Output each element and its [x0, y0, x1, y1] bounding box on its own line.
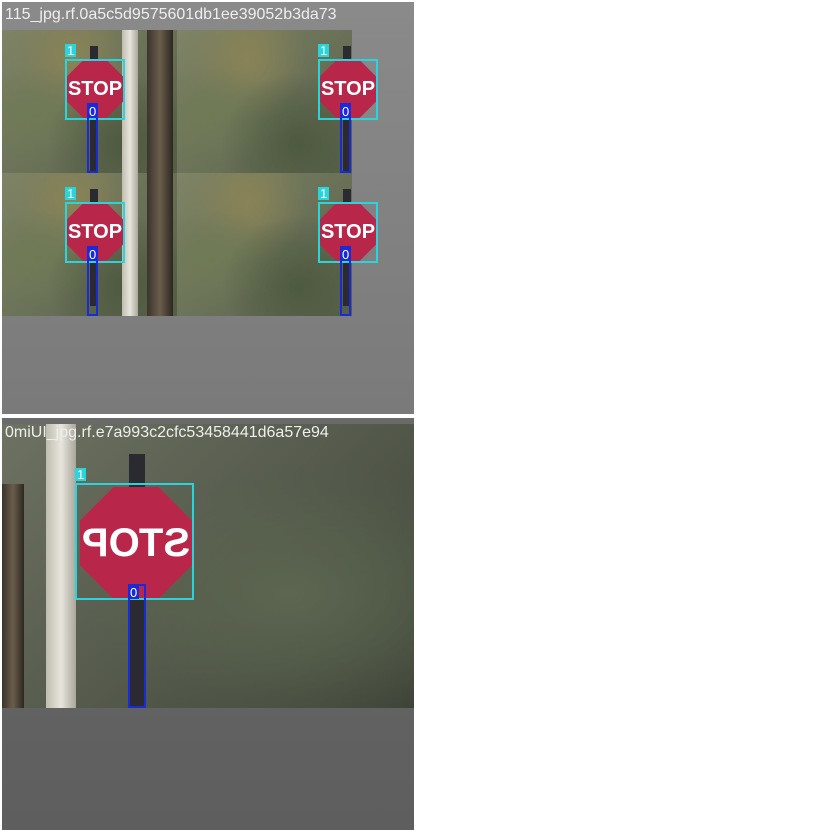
bbox-class-1: [75, 483, 194, 600]
bbox-label: 1: [75, 467, 87, 482]
image-filename: 0miUI_jpg.rf.e7a993c2cfc53458441d6a57e94: [5, 424, 329, 441]
bbox-label: 0: [87, 104, 99, 119]
bbox-label: 1: [318, 43, 330, 58]
bbox-label: 0: [340, 104, 352, 119]
bbox-label: 0: [128, 585, 140, 600]
bbox-label: 1: [318, 186, 330, 201]
bbox-label: 0: [340, 247, 352, 262]
bbox-label: 1: [65, 43, 77, 58]
image-panel-2: STOP 0miUI_jpg.rf.e7a993c2cfc53458441d6a…: [2, 418, 414, 830]
bbox-label: 1: [65, 186, 77, 201]
bbox-class-0: [128, 584, 146, 708]
photo: STOP: [2, 424, 414, 708]
image-filename: 115_jpg.rf.0a5c5d9575601db1ee39052b3da73: [5, 6, 337, 23]
bbox-label: 0: [87, 247, 99, 262]
mosaic-panel-1: 115_jpg.rf.0a5c5d9575601db1ee39052b3da73…: [2, 2, 414, 414]
